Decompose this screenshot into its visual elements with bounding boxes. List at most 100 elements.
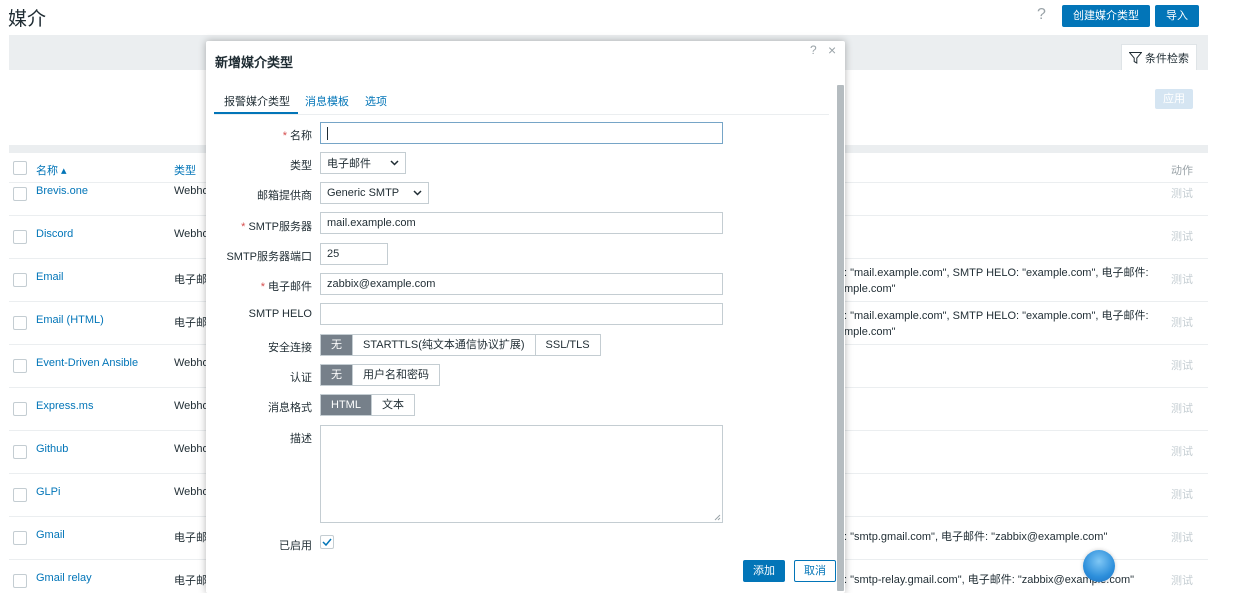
security-option-none[interactable]: 无	[321, 335, 353, 355]
dialog-scrollbar[interactable]	[837, 85, 844, 591]
smtp-port-label: SMTP服务器端口	[226, 251, 312, 263]
row-name-link[interactable]: Email (HTML)	[36, 314, 104, 326]
row-name-link[interactable]: Email	[36, 271, 64, 283]
checkmark-icon	[322, 538, 332, 546]
row-checkbox[interactable]	[13, 316, 27, 330]
row-checkbox[interactable]	[13, 230, 27, 244]
dialog-help-icon[interactable]: ?	[810, 43, 817, 57]
cancel-button[interactable]: 取消	[794, 560, 836, 582]
page-title: 媒介	[8, 9, 47, 30]
smtp-server-input[interactable]: mail.example.com	[320, 212, 723, 234]
email-input[interactable]: zabbix@example.com	[320, 273, 723, 295]
row-checkbox[interactable]	[13, 187, 27, 201]
row-test-link[interactable]: 测试	[1171, 271, 1193, 287]
row-type: Webho	[174, 357, 209, 369]
smtp-helo-label: SMTP HELO	[248, 308, 312, 320]
row-name-link[interactable]: Brevis.one	[36, 185, 88, 197]
text-cursor	[327, 126, 328, 140]
row-details: : "mail.example.com", SMTP HELO: "exampl…	[844, 310, 1149, 338]
row-test-link[interactable]: 测试	[1171, 314, 1193, 330]
tab-options[interactable]: 选项	[365, 93, 387, 109]
new-media-type-dialog: 新增媒介类型 ? × 报警媒介类型 消息模板 选项 * 名称 类型 电子邮件 邮箱…	[206, 41, 845, 593]
row-checkbox[interactable]	[13, 273, 27, 287]
security-label: 安全连接	[268, 342, 312, 354]
row-test-link[interactable]: 测试	[1171, 486, 1193, 502]
row-test-link[interactable]: 测试	[1171, 400, 1193, 416]
smtp-server-label: * SMTP服务器	[241, 221, 312, 233]
dialog-title: 新增媒介类型	[215, 55, 294, 70]
row-type: Webho	[174, 443, 209, 455]
row-type: Webho	[174, 185, 209, 197]
close-icon[interactable]: ×	[828, 42, 836, 58]
name-input[interactable]	[320, 122, 723, 144]
add-button[interactable]: 添加	[743, 560, 785, 582]
description-textarea[interactable]	[320, 425, 723, 523]
smtp-helo-input[interactable]	[320, 303, 723, 325]
required-mark: *	[260, 281, 265, 293]
required-mark: *	[241, 221, 246, 233]
email-label: * 电子邮件	[260, 281, 312, 293]
row-name-link[interactable]: Event-Driven Ansible	[36, 357, 138, 369]
floating-assistant-icon[interactable]	[1083, 550, 1115, 582]
row-name-link[interactable]: Discord	[36, 228, 73, 240]
row-name-link[interactable]: Gmail relay	[36, 572, 92, 584]
filter-tab-label: 条件检索	[1145, 52, 1189, 65]
tab-message-templates[interactable]: 消息模板	[305, 93, 349, 109]
row-test-link[interactable]: 测试	[1171, 357, 1193, 373]
resize-handle-icon[interactable]	[714, 514, 721, 521]
filter-tab[interactable]: 条件检索	[1121, 44, 1197, 70]
auth-segmented-control: 无 用户名和密码	[320, 364, 440, 386]
help-icon[interactable]: ?	[1037, 6, 1046, 24]
enabled-checkbox[interactable]	[320, 535, 334, 549]
apply-filter-button[interactable]: 应用	[1155, 89, 1193, 109]
row-test-link[interactable]: 测试	[1171, 185, 1193, 201]
tab-media-type[interactable]: 报警媒介类型	[224, 93, 290, 109]
security-option-starttls[interactable]: STARTTLS(纯文本通信协议扩展)	[353, 335, 536, 355]
row-test-link[interactable]: 测试	[1171, 529, 1193, 545]
row-type: Webho	[174, 228, 209, 240]
smtp-port-input[interactable]: 25	[320, 243, 388, 265]
provider-label: 邮箱提供商	[257, 190, 312, 202]
chevron-down-icon	[390, 160, 399, 166]
row-details: : "smtp.gmail.com", 电子邮件: "zabbix@exampl…	[844, 531, 1108, 543]
enabled-label: 已启用	[279, 540, 312, 552]
row-checkbox[interactable]	[13, 488, 27, 502]
filter-icon	[1129, 51, 1142, 64]
import-button[interactable]: 导入	[1155, 5, 1199, 27]
type-label: 类型	[290, 160, 312, 172]
row-name-link[interactable]: GLPi	[36, 486, 60, 498]
type-select[interactable]: 电子邮件	[320, 152, 406, 174]
required-mark: *	[282, 130, 287, 142]
auth-option-username-password[interactable]: 用户名和密码	[353, 365, 439, 385]
row-name-link[interactable]: Gmail	[36, 529, 65, 541]
row-details: : "mail.example.com", SMTP HELO: "exampl…	[844, 267, 1149, 295]
security-option-ssl-tls[interactable]: SSL/TLS	[535, 335, 600, 355]
row-checkbox[interactable]	[13, 445, 27, 459]
row-checkbox[interactable]	[13, 574, 27, 588]
row-test-link[interactable]: 测试	[1171, 228, 1193, 244]
row-type: 电子邮	[174, 532, 207, 544]
row-type: Webho	[174, 400, 209, 412]
format-segmented-control: HTML 文本	[320, 394, 415, 416]
security-segmented-control: 无 STARTTLS(纯文本通信协议扩展) SSL/TLS	[320, 334, 601, 356]
row-type: 电子邮	[174, 575, 207, 587]
chevron-down-icon	[413, 190, 422, 196]
row-checkbox[interactable]	[13, 402, 27, 416]
format-option-text[interactable]: 文本	[371, 395, 414, 415]
row-name-link[interactable]: Express.ms	[36, 400, 93, 412]
description-label: 描述	[290, 433, 312, 445]
row-name-link[interactable]: Github	[36, 443, 68, 455]
create-media-type-button[interactable]: 创建媒介类型	[1062, 5, 1150, 27]
row-checkbox[interactable]	[13, 359, 27, 373]
auth-option-none[interactable]: 无	[321, 365, 353, 385]
name-label: * 名称	[282, 130, 312, 142]
provider-select[interactable]: Generic SMTP	[320, 182, 429, 204]
row-checkbox[interactable]	[13, 531, 27, 545]
row-test-link[interactable]: 测试	[1171, 443, 1193, 459]
row-type: 电子邮	[174, 317, 207, 329]
format-label: 消息格式	[268, 402, 312, 414]
auth-label: 认证	[290, 372, 312, 384]
row-type: Webho	[174, 486, 209, 498]
row-test-link[interactable]: 测试	[1171, 572, 1193, 588]
format-option-html[interactable]: HTML	[321, 395, 372, 415]
